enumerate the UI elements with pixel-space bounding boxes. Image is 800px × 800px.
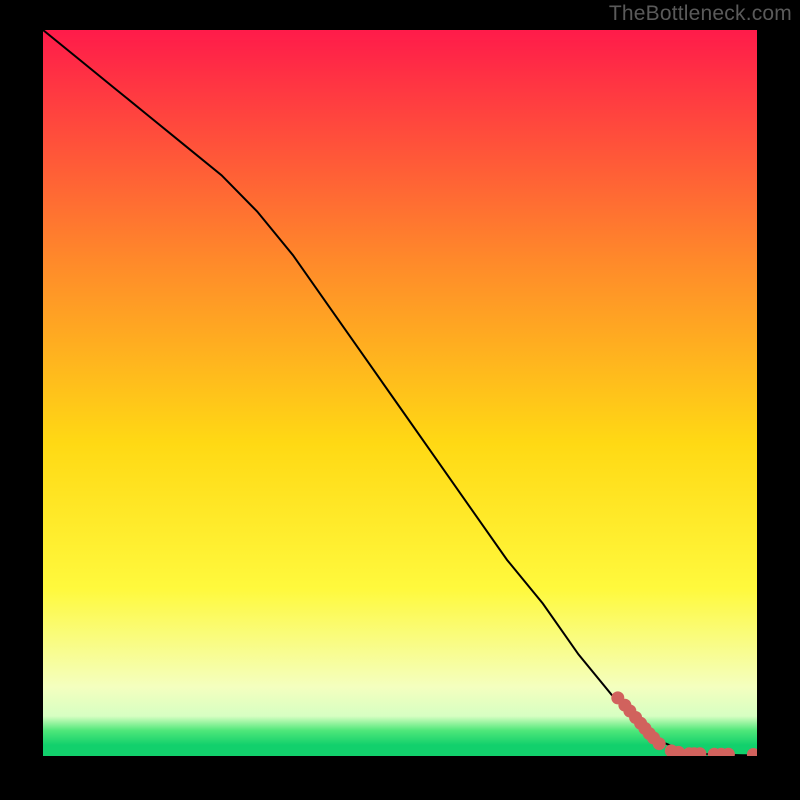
chart-svg xyxy=(43,30,757,756)
chart-frame: TheBottleneck.com xyxy=(0,0,800,800)
gradient-background xyxy=(43,30,757,756)
data-point xyxy=(653,737,666,750)
watermark-text: TheBottleneck.com xyxy=(609,2,792,26)
plot-area xyxy=(43,30,757,756)
